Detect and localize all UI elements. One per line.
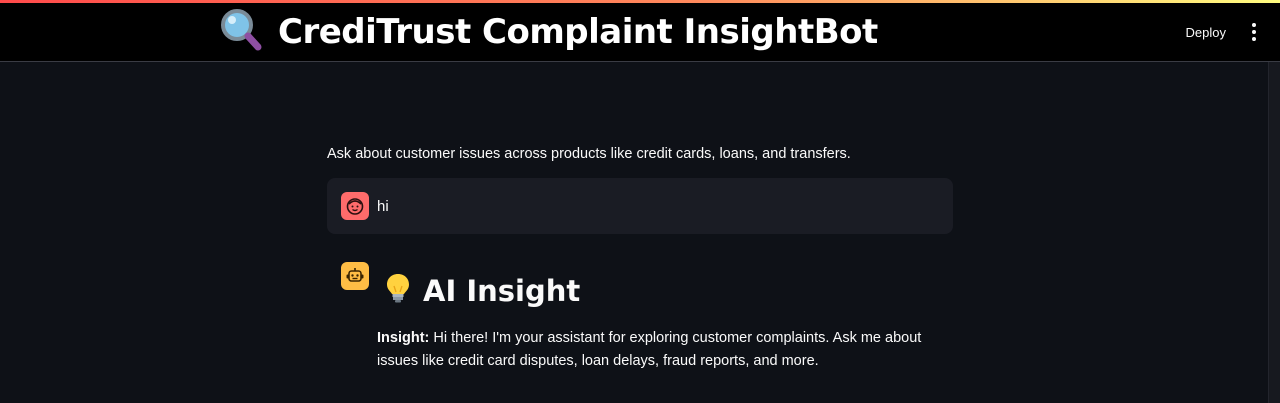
- app-header: CrediTrust Complaint InsightBot Deploy: [0, 3, 1280, 62]
- chat-message-assistant: AI Insight Insight: Hi there! I'm your a…: [327, 262, 953, 373]
- user-message-text: hi: [377, 197, 389, 215]
- user-face-icon: [341, 192, 369, 220]
- deploy-button[interactable]: Deploy: [1180, 21, 1232, 44]
- page-scrollbar[interactable]: [1268, 62, 1280, 403]
- magnifying-glass-icon: [220, 8, 262, 57]
- insight-heading: AI Insight: [385, 272, 957, 309]
- robot-icon: [341, 262, 369, 290]
- insight-label: Insight:: [377, 330, 430, 346]
- insight-heading-text: AI Insight: [423, 273, 581, 308]
- assistant-message-content: AI Insight Insight: Hi there! I'm your a…: [377, 262, 957, 373]
- main-content: Ask about customer issues across product…: [327, 62, 953, 373]
- vertical-ellipsis-icon[interactable]: [1246, 22, 1262, 42]
- chat-message-user: hi: [327, 178, 953, 234]
- insight-body: Insight: Hi there! I'm your assistant fo…: [377, 327, 957, 373]
- lightbulb-icon: [385, 272, 411, 309]
- insight-text: Hi there! I'm your assistant for explori…: [377, 330, 922, 369]
- page-title-text: CrediTrust Complaint InsightBot: [278, 12, 878, 52]
- header-actions: Deploy: [1180, 3, 1262, 61]
- page-title: CrediTrust Complaint InsightBot: [220, 7, 878, 57]
- intro-text: Ask about customer issues across product…: [327, 146, 851, 162]
